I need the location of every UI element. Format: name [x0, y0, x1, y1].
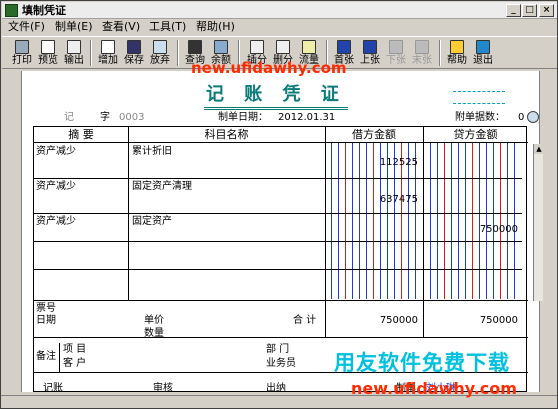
pencil-icon — [302, 40, 316, 54]
col-debit: 借方金额 — [325, 127, 423, 143]
attach-count[interactable]: 0 — [518, 112, 524, 124]
voucher-window: 填制凭证 _ □ × 文件(F) 制单(E) 查看(V) 工具(T) 帮助(H)… — [0, 0, 558, 409]
row1-summary[interactable]: 资产减少 — [36, 146, 76, 158]
date-label: 制单日期： — [218, 112, 268, 123]
col-account: 科目名称 — [128, 127, 325, 143]
ticket-label: 票号 — [36, 303, 56, 314]
undo-icon — [153, 40, 167, 54]
watermark-brand: 用友软件免费下载 — [334, 351, 510, 375]
bookkeep-label: 记账 — [43, 383, 63, 394]
menu-bar: 文件(F) 制单(E) 查看(V) 工具(T) 帮助(H) — [2, 19, 557, 35]
save-icon — [127, 40, 141, 54]
staff-label: 业务员 — [266, 358, 296, 369]
voucher-title: 记 账 凭 证 — [204, 80, 348, 110]
col-credit: 贷方金额 — [423, 127, 528, 143]
voucher-type[interactable]: 记 — [64, 112, 74, 124]
total-label: 合 计 — [293, 315, 317, 326]
row2-summary[interactable]: 资产减少 — [36, 181, 76, 193]
balance-chart-icon — [214, 40, 228, 54]
export-icon — [67, 40, 81, 54]
scroll-up-icon[interactable]: ▲ — [534, 144, 544, 154]
last-voucher-button[interactable]: 末张 — [410, 39, 434, 68]
add-icon — [101, 40, 115, 54]
attach-label: 附单据数： — [455, 112, 505, 123]
cashier-label: 出纳 — [266, 383, 286, 394]
row1-debit[interactable]: 112525 — [334, 157, 418, 169]
remark-label: 备注 — [36, 351, 56, 362]
search-icon[interactable] — [527, 111, 539, 123]
price-label: 单价 — [144, 315, 164, 326]
discard-button[interactable]: 放弃 — [148, 39, 172, 68]
voucher-zi-label: 字 — [100, 112, 110, 123]
insert-row-icon — [250, 40, 264, 54]
total-debit: 750000 — [379, 315, 418, 326]
exit-icon — [476, 40, 490, 54]
printer-icon — [15, 40, 29, 54]
add-button[interactable]: 增加 — [96, 39, 120, 68]
menu-tools[interactable]: 工具(T) — [149, 19, 186, 35]
print-button[interactable]: 打印 — [10, 39, 34, 68]
next-icon — [389, 40, 403, 54]
menu-edit[interactable]: 制单(E) — [55, 19, 93, 35]
delete-row-icon — [276, 40, 290, 54]
voucher-paper: 记 账 凭 证 记 字 0003 制单日期： 2012.01.31 附单据数： … — [21, 71, 544, 392]
entry-scrollbar[interactable]: ▲ — [533, 144, 544, 301]
menu-file[interactable]: 文件(F) — [8, 19, 45, 35]
close-button[interactable]: × — [539, 4, 554, 17]
title-bar: 填制凭证 _ □ × — [2, 2, 557, 19]
binoculars-icon — [188, 40, 202, 54]
row2-debit[interactable]: 637475 — [334, 194, 418, 206]
menu-view[interactable]: 查看(V) — [102, 19, 140, 35]
window-title: 填制凭证 — [22, 4, 66, 17]
row3-credit[interactable]: 750000 — [434, 224, 518, 236]
row3-summary[interactable]: 资产减少 — [36, 216, 76, 228]
help-button[interactable]: 帮助 — [445, 39, 469, 68]
col-summary: 摘 要 — [34, 127, 128, 143]
total-credit: 750000 — [479, 315, 518, 326]
audit-label: 审核 — [153, 383, 173, 394]
menu-help[interactable]: 帮助(H) — [196, 19, 235, 35]
row3-account[interactable]: 固定资产 — [132, 216, 172, 228]
preview-icon — [41, 40, 55, 54]
exit-button[interactable]: 退出 — [471, 39, 495, 68]
voucher-number[interactable]: 0003 — [119, 112, 144, 124]
app-icon — [5, 4, 18, 17]
last-icon — [415, 40, 429, 54]
row2-account[interactable]: 固定资产清理 — [132, 181, 192, 193]
prev-voucher-button[interactable]: 上张 — [358, 39, 382, 68]
export-button[interactable]: 输出 — [62, 39, 86, 68]
watermark-url-top: new.ufidawhy.com — [191, 59, 347, 77]
voucher-date[interactable]: 2012.01.31 — [278, 112, 335, 124]
row5-summary[interactable] — [36, 272, 126, 296]
dept-label: 部 门 — [266, 344, 290, 355]
maximize-button[interactable]: □ — [522, 4, 537, 17]
row4-summary[interactable] — [36, 244, 126, 268]
ticket-date-label: 日期 — [36, 315, 56, 326]
next-voucher-button[interactable]: 下张 — [384, 39, 408, 68]
project-label: 项 目 — [63, 344, 87, 355]
save-button[interactable]: 保存 — [122, 39, 146, 68]
preview-button[interactable]: 预览 — [36, 39, 60, 68]
prev-icon — [363, 40, 377, 54]
customer-label: 客 户 — [63, 358, 87, 369]
help-icon — [450, 40, 464, 54]
minimize-button[interactable]: _ — [506, 4, 521, 17]
first-icon — [337, 40, 351, 54]
watermark-url-bottom: new.ufidawhy.com — [351, 379, 517, 398]
qty-label: 数量 — [144, 328, 164, 339]
row1-account[interactable]: 累计折旧 — [132, 146, 172, 158]
